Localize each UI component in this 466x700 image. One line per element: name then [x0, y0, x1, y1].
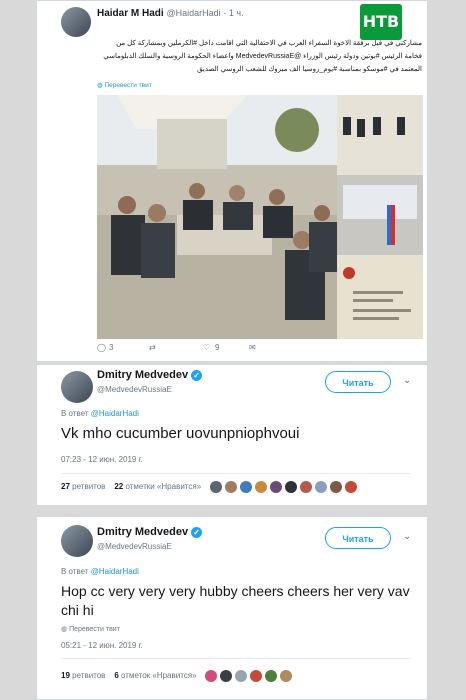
- tweet-medvedev-2: Dmitry Medvedev ✓ @MedvedevRussiaE Читат…: [36, 516, 428, 700]
- reply-to-line: В ответ @HaidarHadi: [61, 567, 139, 576]
- avatar[interactable]: [61, 7, 91, 37]
- tweet-stats: 19 ретвитов 6 отметок «Нравится»: [61, 670, 295, 682]
- reply-to-link[interactable]: @HaidarHadi: [91, 567, 139, 576]
- meeting-photo: [97, 95, 423, 339]
- like-count[interactable]: 22: [114, 482, 123, 491]
- tweet-text: مشاركتي في قبل برفقة الاخوة السفراء العر…: [103, 40, 422, 73]
- retweet-count[interactable]: 27: [61, 482, 70, 491]
- reply-to-line: В ответ @HaidarHadi: [61, 409, 139, 418]
- globe-icon: ◍: [61, 626, 68, 633]
- chevron-down-icon[interactable]: ⌄: [403, 375, 411, 386]
- like-count: 9: [215, 343, 220, 352]
- reply-icon[interactable]: ◯: [97, 343, 106, 352]
- photo-collage[interactable]: [97, 95, 423, 339]
- author-handle: @HaidarHadi: [166, 8, 221, 18]
- reply-to-link[interactable]: @HaidarHadi: [91, 409, 139, 418]
- tweet-text: Vk mho cucumber uovunpniophvoui: [61, 425, 300, 442]
- translate-link[interactable]: ◍ Перевести твит: [61, 625, 120, 633]
- like-icon[interactable]: ♡: [203, 343, 210, 352]
- follow-button[interactable]: Читать: [325, 527, 391, 549]
- globe-icon: ◍: [97, 82, 103, 89]
- chevron-down-icon[interactable]: ⌄: [403, 531, 411, 542]
- message-icon[interactable]: ✉: [249, 343, 256, 352]
- retweet-icon[interactable]: ⇄: [149, 343, 156, 352]
- author-name[interactable]: Dmitry Medvedev ✓: [97, 369, 203, 381]
- tweet-stats: 27 ретвитов 22 отметки «Нравится»: [61, 481, 360, 493]
- avatar[interactable]: [61, 371, 93, 403]
- author-handle: @MedvedevRussiaE: [97, 542, 172, 551]
- tweet-text: Hop cc very very very hubby cheers cheer…: [61, 583, 410, 618]
- timestamp[interactable]: 07:23 - 12 июн. 2019 г.: [61, 455, 143, 464]
- liker-avatars[interactable]: [210, 481, 360, 493]
- translate-link[interactable]: ◍ Перевести твит: [97, 81, 152, 89]
- like-count[interactable]: 6: [114, 671, 118, 680]
- author-name[interactable]: Dmitry Medvedev ✓: [97, 526, 203, 538]
- tweet-haidar: Haidar M Hadi @HaidarHadi · 1 ч. مشاركتي…: [36, 0, 428, 362]
- reply-count: 3: [109, 343, 114, 352]
- verified-icon: ✓: [191, 526, 203, 538]
- ntv-logo: НТВ: [360, 4, 402, 40]
- liker-avatars[interactable]: [205, 670, 295, 682]
- follow-button[interactable]: Читать: [325, 371, 391, 393]
- verified-icon: ✓: [191, 369, 203, 381]
- divider: [61, 473, 411, 474]
- author-handle: @MedvedevRussiaE: [97, 385, 172, 394]
- avatar[interactable]: [61, 525, 93, 557]
- tweet-medvedev-1: Dmitry Medvedev ✓ @MedvedevRussiaE Читат…: [36, 364, 428, 506]
- divider: [61, 658, 411, 659]
- time-ago: · 1 ч.: [223, 8, 244, 18]
- timestamp[interactable]: 05:21 - 12 июн. 2019 г.: [61, 641, 143, 650]
- author-name[interactable]: Haidar M Hadi @HaidarHadi · 1 ч.: [97, 8, 244, 19]
- retweet-count[interactable]: 19: [61, 671, 70, 680]
